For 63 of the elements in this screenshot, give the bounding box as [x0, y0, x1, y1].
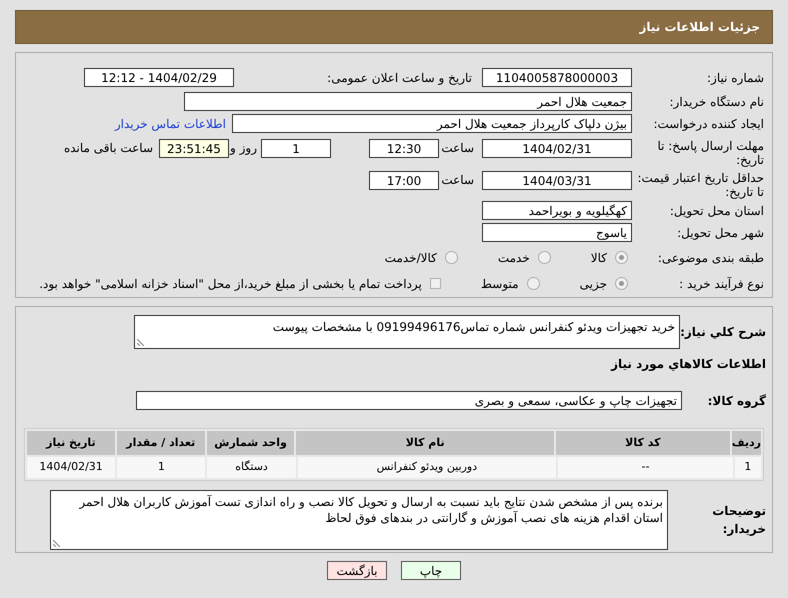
time-label: ساعت	[440, 172, 475, 189]
description-label: شرح كلي نیاز:	[680, 324, 766, 341]
page-title: جزئیات اطلاعات نیاز	[639, 19, 760, 36]
need-number-field: 1104005878000003	[482, 68, 632, 87]
field-label: مهلت ارسال پاسخ: تا تاریخ:	[656, 139, 764, 167]
field-label: ایجاد کننده درخواست:	[652, 116, 764, 130]
column-header: نام کالا	[296, 431, 554, 455]
table-cell: دستگاه	[207, 457, 296, 478]
creator-field: بیژن دلپاک کارپرداز جمعیت هلال احمر	[232, 114, 632, 133]
back-button[interactable]: بازگشت	[327, 561, 387, 580]
radio-button[interactable]	[615, 277, 628, 290]
checkbox[interactable]	[430, 278, 441, 289]
table-cell: 1404/02/31	[27, 457, 116, 478]
radio-label: خدمت	[498, 250, 530, 266]
field-label: شهر محل تحویل:	[676, 226, 764, 240]
field-label: نام دستگاه خریدار:	[668, 94, 764, 108]
announce-date-field: 1404/02/29 - 12:12	[84, 68, 234, 87]
table-cell: دوربین ویدئو کنفرانس	[298, 457, 556, 478]
days-field: 1	[261, 139, 331, 158]
remaining-label: ساعت باقی مانده	[64, 140, 154, 157]
buyer-field: جمعیت هلال احمر	[184, 92, 632, 111]
validity-date-field: 1404/03/31	[482, 171, 632, 190]
field-label: نوع فرآیند خرید :	[678, 276, 764, 290]
field-label: تاریخ و ساعت اعلان عمومی:	[326, 70, 473, 84]
radio-button[interactable]	[444, 251, 458, 264]
description-box: خرید تجهیزات ویدئو کنفرانس شماره تماس09199496176 با مشخصات پیوست	[134, 315, 680, 349]
radio-button[interactable]	[538, 251, 551, 264]
field-label: استان محل تحویل:	[668, 204, 764, 218]
deadline-time-field: 12:30	[369, 139, 439, 158]
print-button[interactable]: چاپ	[401, 561, 461, 580]
field-label: حداقل تاریخ اعتبار قیمت: تا تاریخ:	[636, 171, 764, 199]
table-cell: 1	[117, 457, 206, 478]
notes-label: توضیحات خریدار:	[711, 503, 766, 538]
time-label: ساعت	[440, 140, 475, 157]
resize-grip-icon	[53, 539, 61, 547]
remaining-time-field: 23:51:45	[159, 139, 229, 158]
radio-button[interactable]	[615, 251, 628, 264]
radio-label: کالا/خدمت	[384, 250, 437, 266]
column-header: تعداد / مقدار	[116, 431, 205, 455]
table-cell: 1	[734, 457, 761, 478]
radio-label: جزیی	[580, 276, 607, 292]
deadline-date-field: 1404/02/31	[482, 139, 632, 158]
section-title: اطلاعات کالاهاي مورد نیاز	[610, 356, 766, 373]
group-label: گروه کالا:	[706, 392, 766, 410]
city-field: یاسوج	[482, 223, 632, 242]
radio-label: کالا	[590, 250, 607, 266]
column-header: تاریخ نیاز	[27, 431, 115, 455]
validity-time-field: 17:00	[369, 171, 439, 190]
column-header: ردیف	[732, 431, 761, 455]
field-label: طبقه بندی موضوعی:	[656, 250, 764, 264]
goods-group-field: تجهیزات چاپ و عکاسی، سمعی و بصری	[136, 391, 682, 410]
payment-note: پرداخت تمام یا بخشی از مبلغ خرید،از محل "اسناد خزانه اسلامی" خواهد بود.	[39, 276, 422, 292]
field-label: شماره نیاز:	[706, 70, 764, 84]
notes-box: برنده پس از مشخص شدن نتایج باید نسبت به ارسال و تحویل کالا نصب و راه اندازی تست آموزش کاربران هلال احمر استان اقدام هزینه های نصب آموزش و گارانتی در بندهای فوق لحاظ	[50, 490, 668, 550]
radio-label: متوسط	[480, 276, 519, 292]
resize-grip-icon	[137, 338, 145, 346]
table-cell: --	[558, 457, 733, 478]
radio-button[interactable]	[526, 277, 540, 290]
column-header: کد کالا	[556, 431, 730, 455]
days-label: روز و	[229, 140, 258, 157]
buyer-contact-link[interactable]: اطلاعات تماس خریدار	[114, 114, 226, 132]
province-field: کهگیلویه و بویراحمد	[482, 201, 632, 220]
column-header: واحد شمارش	[206, 431, 294, 455]
